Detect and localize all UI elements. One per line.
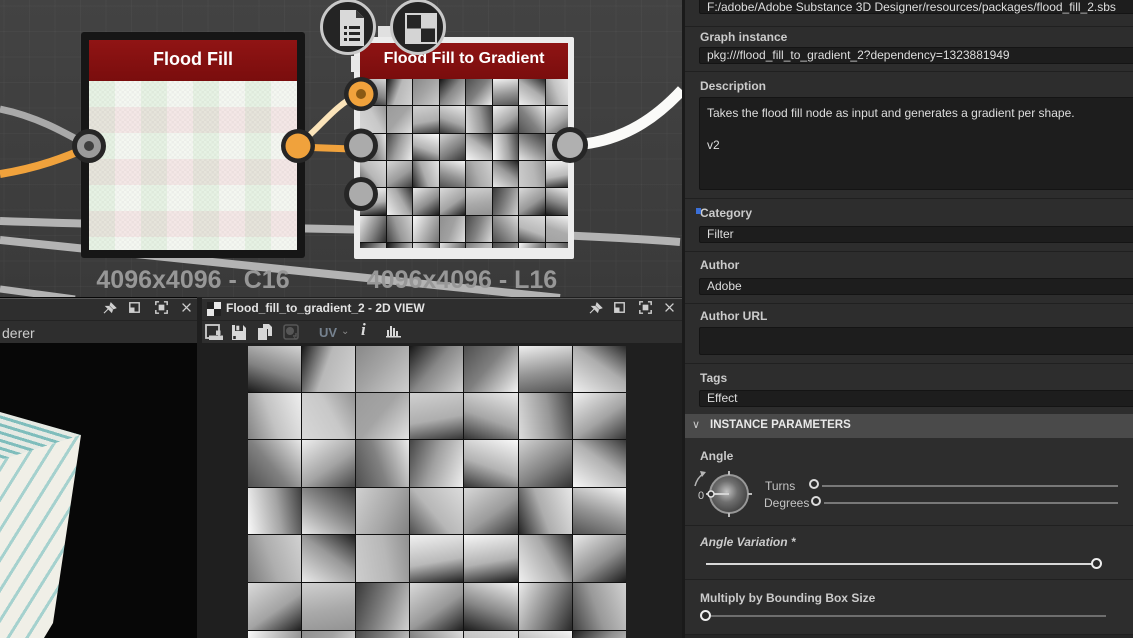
svg-text:0: 0: [698, 490, 704, 502]
